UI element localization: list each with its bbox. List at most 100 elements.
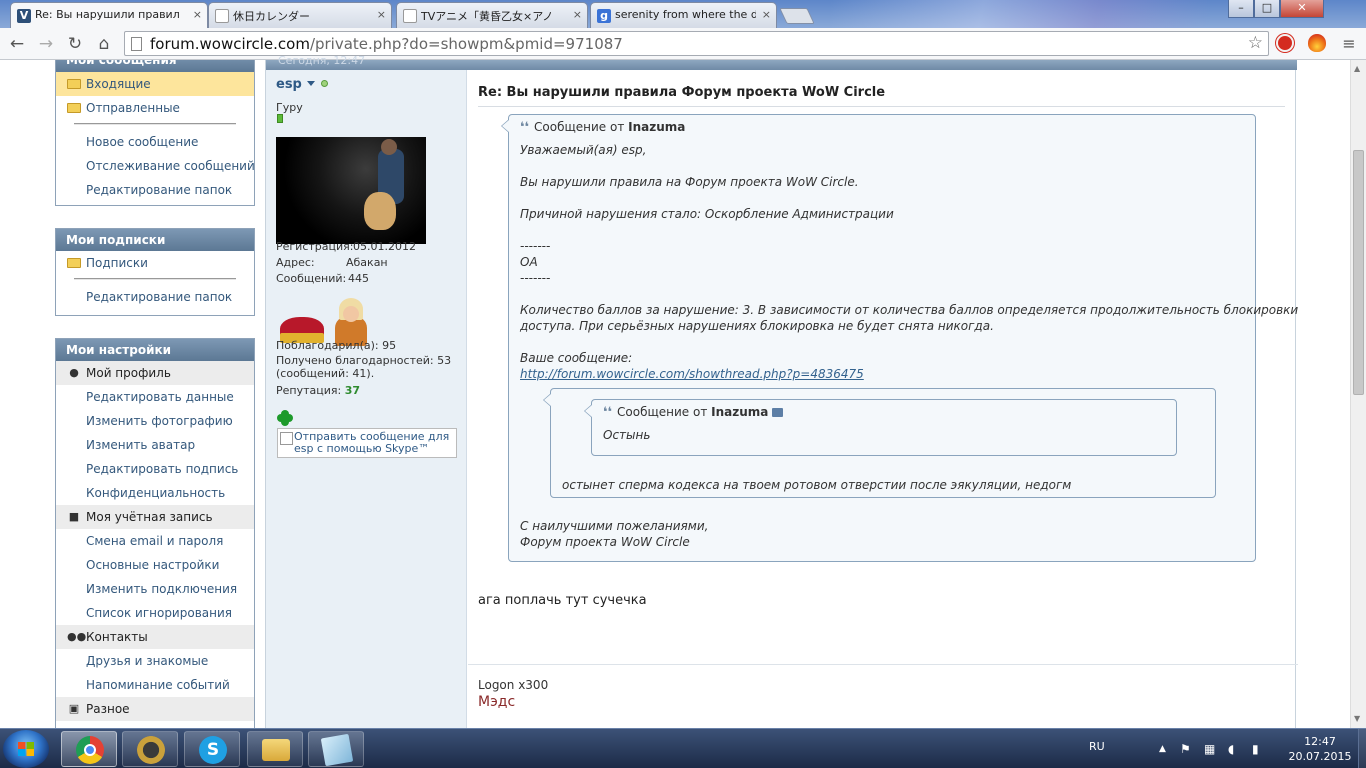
bookmark-star-icon[interactable]: ☆ [1248, 33, 1263, 53]
link-new-message[interactable]: Новое сообщение [56, 130, 254, 154]
new-tab-button[interactable] [779, 8, 815, 24]
close-window-button[interactable]: ✕ [1280, 0, 1324, 18]
tray-expand-icon[interactable]: ▲ [1159, 744, 1166, 754]
action-center-icon[interactable]: ⚑ [1180, 742, 1191, 756]
avatar[interactable] [276, 137, 426, 244]
link-edit-signature[interactable]: Редактировать подпись [56, 457, 254, 481]
link-ignore-list[interactable]: Список игнорирования [56, 601, 254, 625]
messages-box-header: Мои сообщения [56, 60, 254, 72]
quote-line: Уважаемый(ая) esp, [520, 143, 647, 157]
volume-icon[interactable]: ◖ [1228, 742, 1234, 756]
link-email-password[interactable]: Смена email и пароля [56, 529, 254, 553]
tab-close-icon[interactable]: × [573, 8, 582, 21]
network-icon[interactable]: ▦ [1204, 742, 1215, 756]
folder-inbox[interactable]: Входящие [56, 72, 254, 96]
warcraft-icon [137, 736, 165, 764]
quote-line: Количество баллов за нарушение: 3. В зав… [520, 303, 1299, 317]
quote-prefix: Сообщение от [534, 120, 625, 134]
start-button[interactable] [3, 730, 49, 768]
quote-pointer [543, 393, 551, 407]
taskbar-skype[interactable]: S [184, 731, 240, 767]
quote-post-link[interactable]: http://forum.wowcircle.com/showthread.ph… [520, 367, 864, 381]
power-icon[interactable]: ▮ [1252, 742, 1259, 756]
online-status-icon [320, 80, 328, 87]
quote-middle: ❛❛ Сообщение от Inazuma Остынь остынет сп… [543, 388, 1216, 498]
misc-icon: ▣ [68, 702, 80, 715]
home-button[interactable]: ⌂ [93, 33, 115, 55]
address-host: forum.wowcircle.com [150, 35, 310, 53]
rep-label: Репутация: [276, 384, 342, 397]
forward-button[interactable]: → [35, 33, 57, 55]
folder-icon [67, 79, 81, 89]
link-edit-profile[interactable]: Редактировать данные [56, 385, 254, 409]
link-change-photo[interactable]: Изменить фотографию [56, 409, 254, 433]
maximize-button[interactable]: □ [1254, 0, 1280, 18]
vertical-scrollbar[interactable]: ▲ ▼ [1350, 60, 1366, 728]
group-misc[interactable]: ▣ Разное [56, 697, 254, 721]
quote-header: ❛❛ Сообщение от Inazuma [520, 120, 685, 135]
tab-google[interactable]: g serenity from where the d × [590, 2, 777, 28]
quote-prefix: Сообщение от [617, 405, 708, 419]
link-friends[interactable]: Друзья и знакомые [56, 649, 254, 673]
link-change-avatar[interactable]: Изменить аватар [56, 433, 254, 457]
subscriptions-header: Мои подписки [56, 229, 254, 251]
quote-line: доступа. При серьёзных нарушениях блокир… [520, 319, 994, 333]
rep-value: 37 [344, 384, 361, 397]
back-button[interactable]: ← [6, 33, 28, 55]
scroll-down-icon[interactable]: ▼ [1354, 714, 1360, 723]
messages-box: Мои сообщения Входящие Отправленные Ново… [55, 60, 255, 206]
signature-divider [468, 664, 1298, 665]
link-connections[interactable]: Изменить подключения [56, 577, 254, 601]
tab-anime[interactable]: TVアニメ「黄昏乙女×アノ × [396, 2, 588, 28]
tab-calendar[interactable]: 休日カレンダー × [208, 2, 392, 28]
taskbar-notepad[interactable] [308, 731, 364, 767]
link-general-settings[interactable]: Основные настройки [56, 553, 254, 577]
minimize-button[interactable]: – [1228, 0, 1254, 18]
tab-close-icon[interactable]: × [377, 8, 386, 21]
skype-button[interactable]: Отправить сообщение для esp с помощью Sk… [277, 428, 457, 458]
posts-label: Сообщений: [276, 272, 347, 285]
private-message-post: Сегодня, 12:47 esp Гуру Регистрация: 05.0… [265, 54, 1299, 730]
post-date: Сегодня, 12:47 [278, 54, 366, 67]
link-track-messages[interactable]: Отслеживание сообщений [56, 154, 255, 178]
taskbar-chrome[interactable] [61, 731, 117, 767]
reputation: Репутация: 37 [276, 384, 360, 397]
quote-inner: ❛❛ Сообщение от Inazuma Остынь [584, 399, 1177, 456]
clock-time: 12:47 [1304, 735, 1336, 748]
folder-subscriptions[interactable]: Подписки [56, 251, 254, 275]
quote-pointer [501, 119, 509, 133]
chevron-down-icon[interactable] [306, 81, 315, 86]
tab-forum[interactable]: V Re: Вы нарушили правил × [10, 2, 208, 28]
scrollbar-thumb[interactable] [1353, 150, 1364, 395]
folder-label: Входящие [86, 77, 151, 91]
taskbar-warcraft[interactable] [122, 731, 178, 767]
quote-line: ОА [520, 255, 538, 269]
adblock-extension-icon[interactable] [1276, 34, 1294, 52]
folder-sent[interactable]: Отправленные [56, 96, 254, 120]
language-indicator[interactable]: RU [1089, 740, 1105, 753]
reload-button[interactable]: ↻ [64, 33, 86, 55]
group-label: Моя учётная запись [86, 510, 213, 524]
tab-close-icon[interactable]: × [193, 8, 202, 21]
scroll-up-icon[interactable]: ▲ [1354, 64, 1360, 73]
windows-flag-icon [18, 749, 34, 756]
system-clock[interactable]: 12:47 20.07.2015 [1285, 734, 1355, 764]
link-event-reminders[interactable]: Напоминание событий [56, 673, 254, 697]
address-bar[interactable]: forum.wowcircle.com/private.php?do=showp… [124, 31, 1269, 56]
view-post-icon[interactable] [772, 408, 784, 417]
group-profile[interactable]: ● Мой профиль [56, 361, 254, 385]
show-desktop-button[interactable] [1358, 729, 1366, 768]
quote-author: Inazuma [711, 405, 769, 419]
link-edit-folders[interactable]: Редактирование папок [56, 285, 254, 309]
group-contacts[interactable]: ●● Контакты [56, 625, 254, 649]
clover-icon [277, 410, 293, 426]
link-edit-folders[interactable]: Редактирование папок [56, 178, 254, 202]
username[interactable]: esp [276, 77, 328, 92]
group-account[interactable]: ■ Моя учётная запись [56, 505, 254, 529]
tab-close-icon[interactable]: × [762, 8, 771, 21]
folder-icon [67, 258, 81, 268]
chrome-menu-icon[interactable]: ≡ [1338, 33, 1360, 55]
fire-extension-icon[interactable] [1308, 34, 1326, 52]
taskbar-explorer[interactable] [247, 731, 303, 767]
link-privacy[interactable]: Конфиденциальность [56, 481, 254, 505]
